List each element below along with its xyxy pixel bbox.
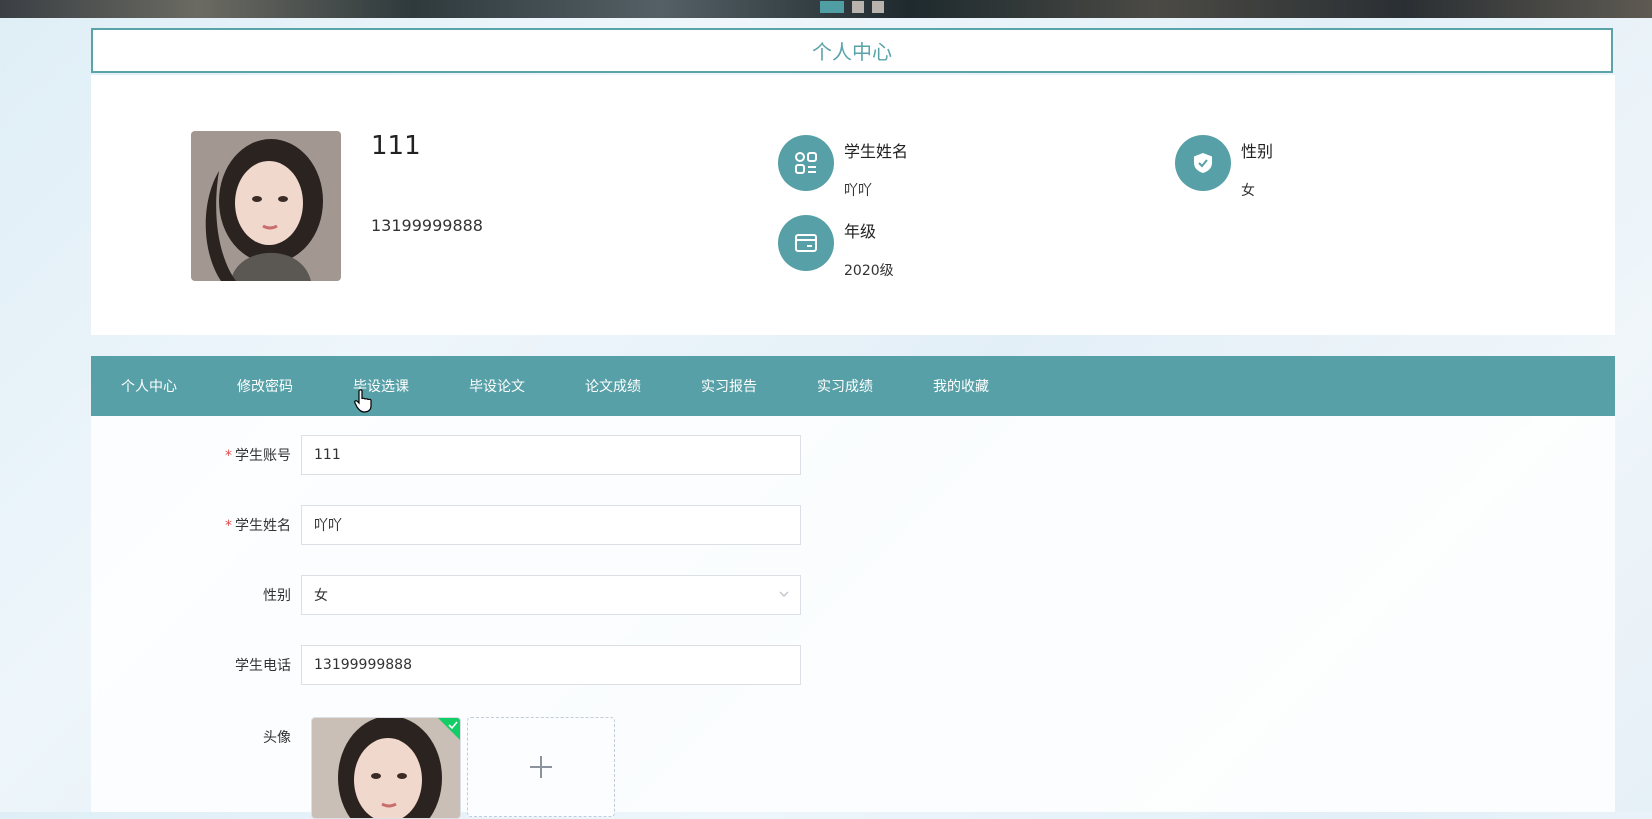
nav-item-thesis-scores[interactable]: 论文成绩	[555, 376, 671, 396]
form-row-name: * 学生姓名 吖吖	[91, 505, 801, 545]
nav-item-internship-report[interactable]: 实习报告	[671, 376, 787, 396]
carousel-dot-1[interactable]	[820, 1, 844, 13]
info-label: 年级	[844, 222, 877, 241]
avatar-upload-add-button[interactable]	[467, 717, 615, 817]
account-input[interactable]: 111	[301, 435, 801, 475]
info-grade: 年级 2020级	[778, 215, 894, 280]
center-nav: 个人中心 修改密码 毕设选课 毕设论文 论文成绩 实习报告 实习成绩 我的收藏	[91, 356, 1615, 416]
carousel-dot-2[interactable]	[852, 1, 864, 13]
gender-select[interactable]: 女	[301, 575, 801, 615]
plus-icon	[530, 756, 552, 778]
profile-username: 111	[371, 131, 421, 161]
nav-item-change-password[interactable]: 修改密码	[207, 376, 323, 396]
nav-item-internship-scores[interactable]: 实习成绩	[787, 376, 903, 396]
shield-check-icon	[1175, 135, 1231, 191]
info-value: 吖吖	[844, 183, 872, 199]
page-title: 个人中心	[91, 28, 1613, 73]
apps-icon	[778, 135, 834, 191]
nav-item-thesis[interactable]: 毕设论文	[439, 376, 555, 396]
profile-card: 111 13199999888 学生姓名 吖吖 性别 女 年级 2020级	[91, 75, 1615, 335]
form-row-account: * 学生账号 111	[91, 435, 801, 475]
banner-carousel	[0, 0, 1652, 18]
profile-form: * 学生账号 111 * 学生姓名 吖吖 性别 女 学生电话 13199999888…	[91, 416, 1615, 819]
name-input[interactable]: 吖吖	[301, 505, 801, 545]
name-label: * 学生姓名	[225, 518, 291, 534]
info-label: 学生姓名	[844, 142, 909, 161]
form-row-phone: 学生电话 13199999888	[91, 645, 801, 685]
info-value: 女	[1241, 183, 1255, 199]
form-row-gender: 性别 女	[91, 575, 801, 615]
info-student-name: 学生姓名 吖吖	[778, 135, 908, 200]
phone-label: 学生电话	[235, 658, 291, 674]
nav-item-favorites[interactable]: 我的收藏	[903, 376, 1019, 396]
chevron-down-icon	[779, 591, 789, 597]
info-gender: 性别 女	[1175, 135, 1273, 200]
avatar-upload-thumbnail[interactable]	[311, 717, 461, 819]
gender-select-value: 女	[314, 588, 328, 604]
carousel-indicators	[820, 1, 884, 13]
hand-cursor-icon	[354, 389, 372, 413]
avatar-label: 头像	[263, 730, 291, 746]
required-mark: *	[225, 518, 232, 534]
profile-phone: 13199999888	[371, 216, 483, 235]
form-row-avatar: 头像	[91, 715, 301, 747]
gender-label: 性别	[263, 588, 291, 604]
account-label: * 学生账号	[225, 448, 291, 464]
check-icon	[448, 721, 458, 730]
phone-input[interactable]: 13199999888	[301, 645, 801, 685]
nav-item-course-selection[interactable]: 毕设选课	[323, 376, 439, 396]
required-mark: *	[225, 448, 232, 464]
nav-item-profile[interactable]: 个人中心	[91, 376, 207, 396]
avatar	[191, 131, 341, 281]
carousel-dot-3[interactable]	[872, 1, 884, 13]
info-label: 性别	[1241, 142, 1274, 161]
info-value: 2020级	[844, 263, 894, 279]
page-title-text: 个人中心	[812, 40, 892, 64]
card-icon	[778, 215, 834, 271]
